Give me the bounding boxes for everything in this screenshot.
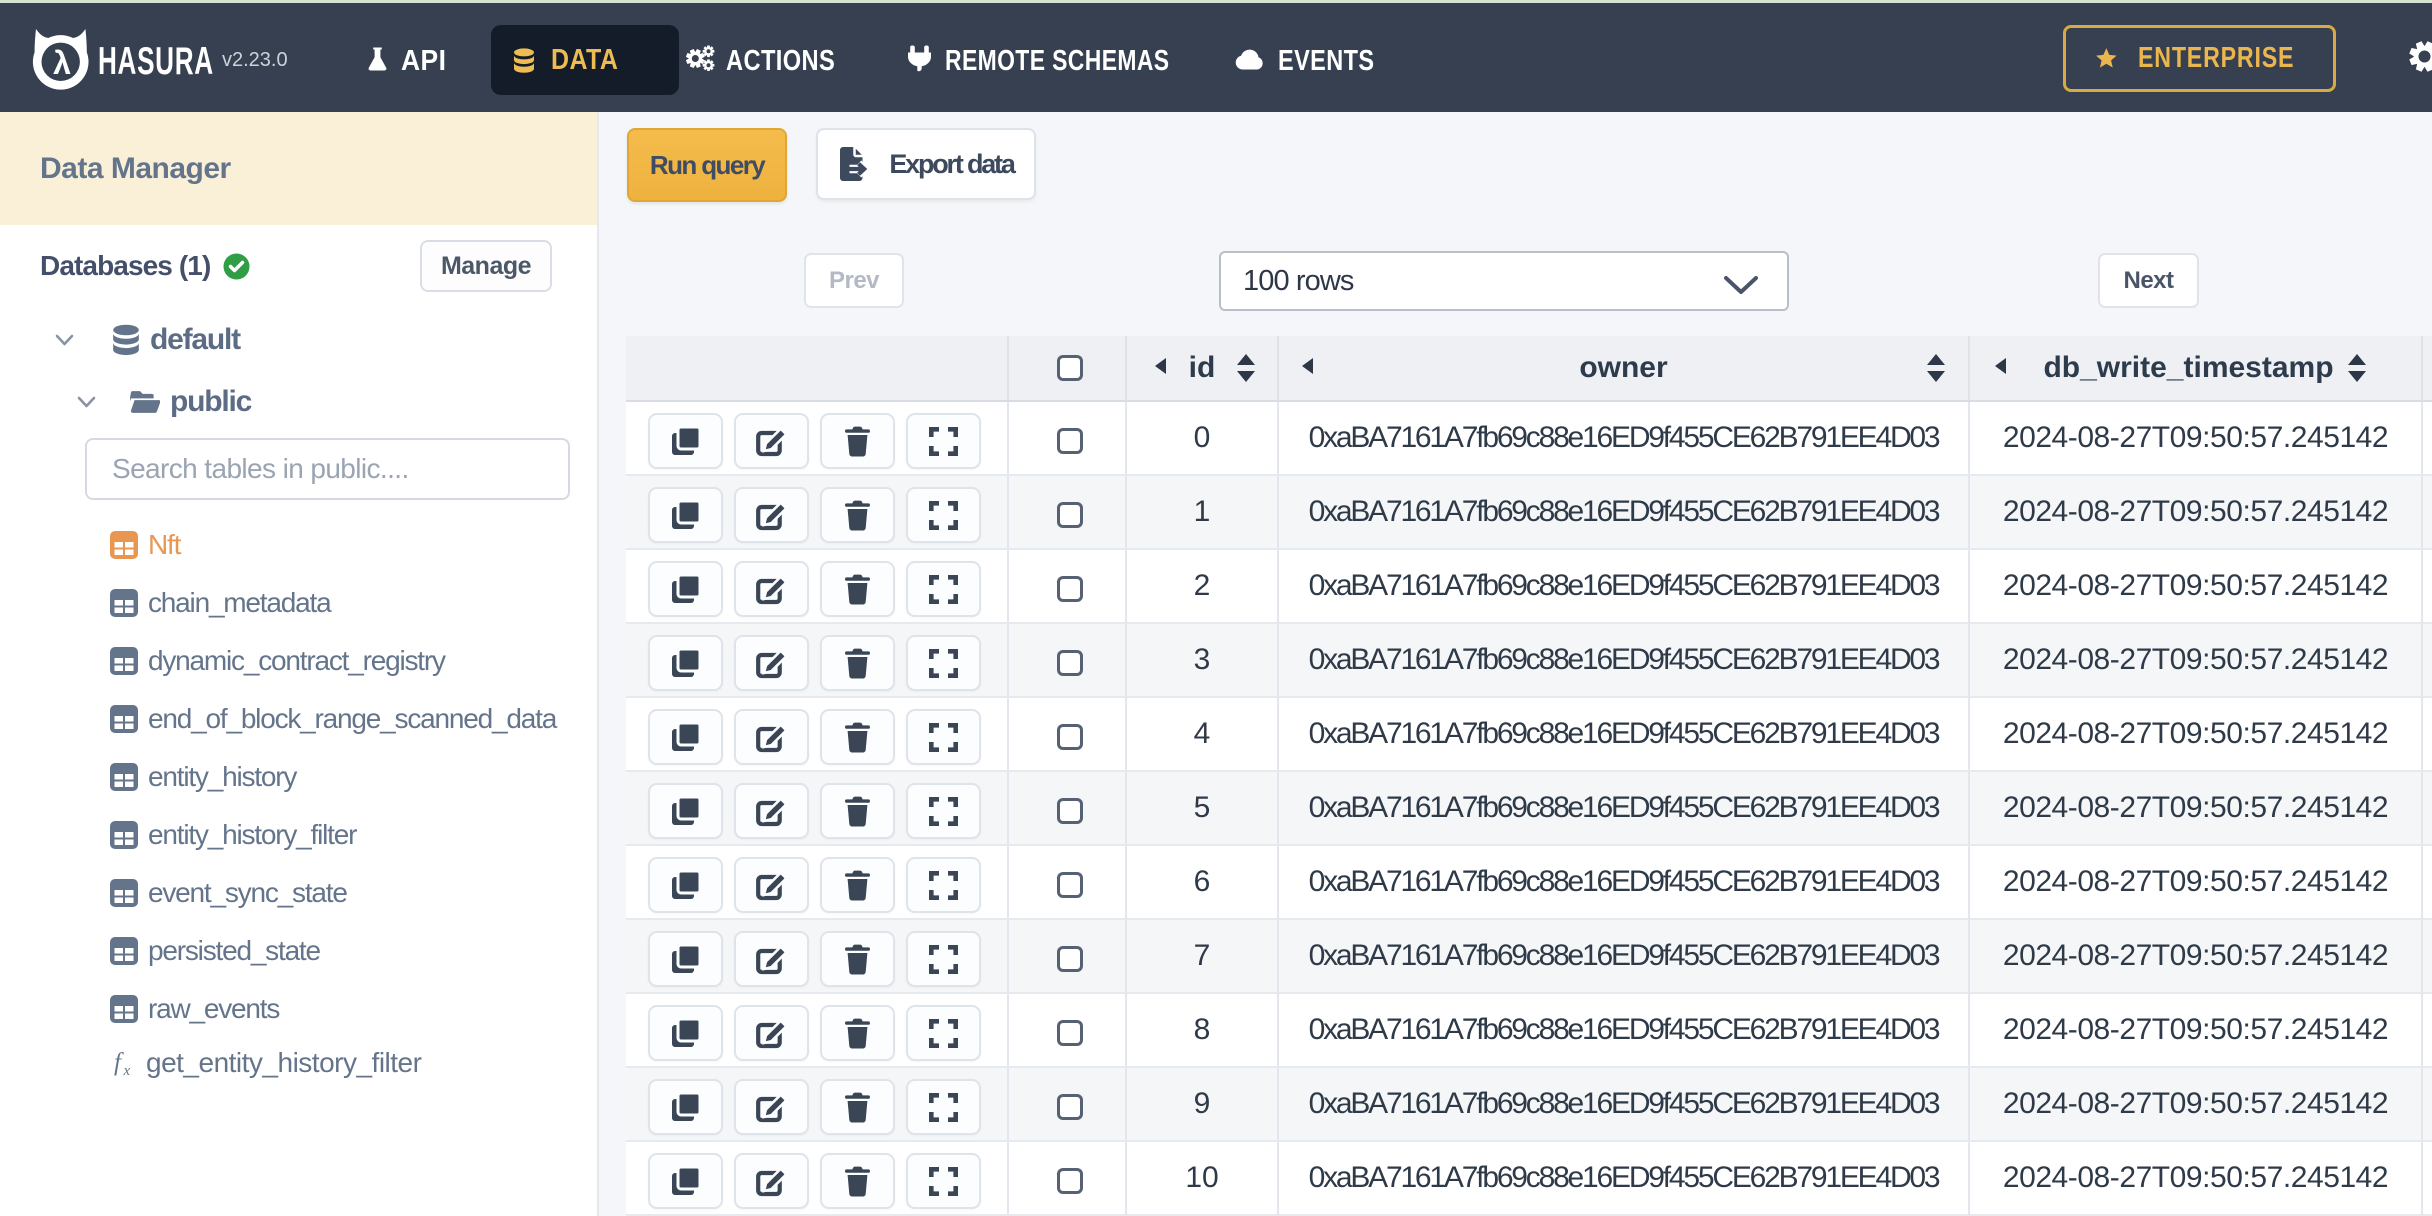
svg-text:x: x: [123, 1063, 131, 1077]
svg-text:f: f: [114, 1051, 124, 1076]
svg-text:λ: λ: [53, 45, 71, 81]
